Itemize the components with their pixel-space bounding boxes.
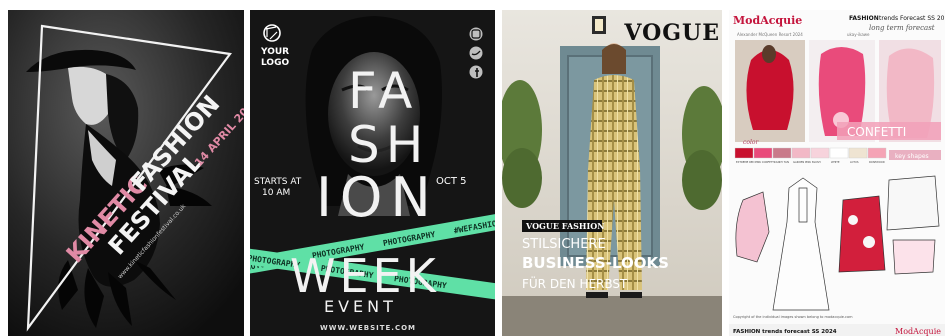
kinetic-festival-poster[interactable]: KINETIC FASHION FESTIVAL 14 APRIL 2020 w… [8, 10, 244, 336]
caption-left: Alexander McQueen Resort 2024 [737, 32, 803, 37]
swatch [848, 147, 868, 159]
swatch-name: PINK CONFETTI [755, 160, 775, 164]
swatch-name: BLUSH [812, 160, 821, 164]
swatch-name: ROSEWOOD [869, 160, 885, 164]
swatch-name: GARDEN PINK [793, 160, 811, 164]
colour-label: color [743, 139, 760, 146]
vogue-tag: VOGUE FASHION [525, 221, 605, 231]
swatch-name: LOTUS [850, 160, 859, 164]
footer-left: FASHION trends forecast SS 2024 [733, 329, 837, 335]
header-sub: long term forecast [869, 24, 935, 32]
fashion-week-poster-art: YOUR LOGO FA SH ION STARTS AT 10 AM OCT … [250, 10, 495, 336]
headline-1: STILSICHERE [522, 237, 606, 252]
website-link[interactable]: WWW.WEBSITE.COM [320, 324, 416, 332]
modacquie-forecast-board[interactable]: ModAcquie FASHION trends Forecast SS 20 … [729, 10, 945, 336]
copyright: Copyright of the individual images shown… [733, 315, 853, 319]
fashion-week-poster[interactable]: YOUR LOGO FA SH ION STARTS AT 10 AM OCT … [250, 10, 495, 336]
vogue-masthead: VOGUE [623, 20, 720, 46]
swatch-name: WHITE [831, 160, 840, 164]
headline-2: BUSINESS-LOOKS [522, 254, 669, 272]
title-fa: FA [348, 62, 418, 120]
facebook-icon[interactable] [469, 65, 483, 79]
your-logo-line1: YOUR [260, 47, 289, 57]
vogue-business-looks-card[interactable]: VOGUE VOGUE FASHION STILSICHERE BUSINESS… [502, 10, 722, 336]
start-time: 10 AM [262, 188, 290, 198]
swatch [867, 147, 887, 159]
confetti-label: CONFETTI [847, 125, 906, 139]
swatch [753, 147, 773, 159]
title-event: EVENT [324, 297, 397, 316]
twitter-icon[interactable] [469, 46, 483, 60]
your-logo-line2: LOGO [261, 58, 289, 68]
swatch-name: CANDY TAN [774, 160, 789, 164]
swatch-name: EXTREME RED [736, 160, 755, 164]
swatch [829, 147, 849, 159]
forecast-board-art: ModAcquie FASHION trends Forecast SS 20 … [729, 10, 945, 336]
swatch [791, 147, 811, 159]
header-forecast: trends Forecast SS 20 [879, 15, 945, 22]
brand-logo: ModAcquie [733, 14, 802, 27]
event-date: OCT 5 [436, 176, 467, 187]
title-week: WEEK [290, 249, 440, 303]
key-shapes-label: key shapes [895, 153, 929, 160]
swatch [772, 147, 792, 159]
starts-at: STARTS AT [254, 177, 302, 187]
kinetic-poster-art: KINETIC FASHION FESTIVAL 14 APRIL 2020 w… [8, 10, 244, 336]
title-ion: ION [316, 166, 439, 229]
wall-lamp-icon [592, 16, 606, 34]
headline-3: FÜR DEN HERBST [522, 275, 628, 291]
header-fashion: FASHION [849, 15, 879, 22]
swatch [810, 147, 830, 159]
caption-mid: ukay-ikawe [847, 32, 870, 37]
vogue-card-art: VOGUE VOGUE FASHION STILSICHERE BUSINESS… [502, 10, 722, 336]
footer-right: ModAcquie [895, 327, 941, 336]
instagram-icon[interactable] [469, 27, 483, 41]
swatch [734, 147, 754, 159]
